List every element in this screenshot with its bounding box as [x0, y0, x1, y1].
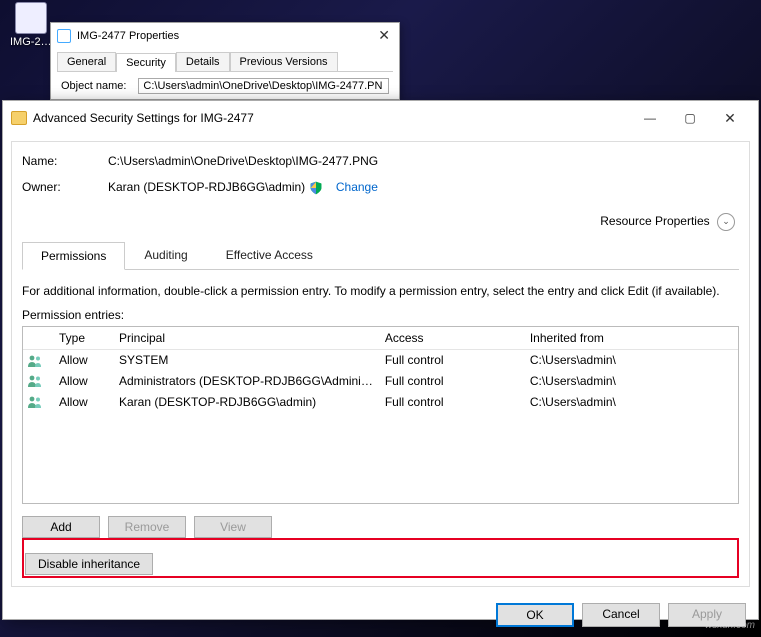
tab-effective-access[interactable]: Effective Access: [207, 241, 332, 269]
desktop-file-icon[interactable]: IMG-2…: [10, 2, 52, 48]
owner-text: Karan (DESKTOP-RDJB6GG\admin): [108, 180, 305, 194]
cell-principal: Karan (DESKTOP-RDJB6GG\admin): [113, 391, 379, 412]
ok-button[interactable]: OK: [496, 603, 574, 627]
name-label: Name:: [22, 154, 108, 168]
object-name-label: Object name:: [61, 80, 126, 92]
folder-icon: [11, 111, 27, 125]
column-type[interactable]: Type: [53, 327, 113, 350]
change-owner-link[interactable]: Change: [336, 180, 378, 194]
titlebar: Advanced Security Settings for IMG-2477 …: [3, 101, 758, 135]
help-text: For additional information, double-click…: [22, 284, 739, 298]
cell-inherited: C:\Users\admin\: [524, 391, 738, 412]
tab-auditing[interactable]: Auditing: [125, 241, 206, 269]
chevron-down-icon: ⌄: [717, 213, 735, 231]
cancel-button[interactable]: Cancel: [582, 603, 660, 627]
shield-icon: [309, 181, 323, 195]
dialog-footer: OK Cancel Apply: [3, 595, 758, 635]
window-title: Advanced Security Settings for IMG-2477: [33, 111, 630, 125]
highlight-annotation: Disable inheritance: [22, 538, 739, 578]
column-principal[interactable]: Principal: [113, 327, 379, 350]
image-file-icon: [15, 2, 47, 34]
minimize-button[interactable]: —: [630, 107, 670, 129]
owner-value: Karan (DESKTOP-RDJB6GG\admin) Change: [108, 180, 739, 195]
view-button: View: [194, 516, 272, 538]
resource-properties-label: Resource Properties: [600, 214, 709, 228]
properties-title: IMG-2477 Properties: [77, 30, 375, 42]
cell-principal: Administrators (DESKTOP-RDJB6GG\Admini…: [113, 371, 379, 392]
cell-principal: SYSTEM: [113, 349, 379, 370]
users-icon: [27, 354, 43, 368]
tab-previous-versions[interactable]: Previous Versions: [230, 52, 338, 71]
desktop-file-label: IMG-2…: [10, 36, 52, 48]
cell-access: Full control: [379, 391, 524, 412]
table-row[interactable]: AllowKaran (DESKTOP-RDJB6GG\admin)Full c…: [23, 391, 738, 412]
window-content: Name: C:\Users\admin\OneDrive\Desktop\IM…: [11, 141, 750, 587]
permissions-table[interactable]: Type Principal Access Inherited from All…: [22, 326, 739, 504]
remove-button: Remove: [108, 516, 186, 538]
maximize-button[interactable]: ▢: [670, 107, 710, 129]
column-access[interactable]: Access: [379, 327, 524, 350]
cell-type: Allow: [53, 391, 113, 412]
resource-properties[interactable]: Resource Properties ⌄: [26, 213, 735, 231]
close-icon[interactable]: ✕: [375, 27, 393, 44]
file-icon: [57, 29, 71, 43]
object-name-field[interactable]: [138, 78, 389, 94]
watermark: wsxdn.com: [705, 620, 755, 631]
cell-inherited: C:\Users\admin\: [524, 371, 738, 392]
users-icon: [27, 374, 43, 388]
tab-permissions[interactable]: Permissions: [22, 242, 125, 270]
add-button[interactable]: Add: [22, 516, 100, 538]
column-inherited[interactable]: Inherited from: [524, 327, 738, 350]
cell-type: Allow: [53, 349, 113, 370]
tab-general[interactable]: General: [57, 52, 116, 71]
properties-window: IMG-2477 Properties ✕ General Security D…: [50, 22, 400, 100]
name-value: C:\Users\admin\OneDrive\Desktop\IMG-2477…: [108, 154, 739, 168]
tab-details[interactable]: Details: [176, 52, 230, 71]
table-row[interactable]: AllowSYSTEMFull controlC:\Users\admin\: [23, 349, 738, 370]
column-icon: [23, 327, 53, 350]
cell-type: Allow: [53, 371, 113, 392]
properties-tabs: General Security Details Previous Versio…: [57, 52, 393, 72]
permission-entries-label: Permission entries:: [22, 308, 739, 322]
security-tabs: Permissions Auditing Effective Access: [22, 241, 739, 270]
users-icon: [27, 395, 43, 409]
close-button[interactable]: ✕: [710, 107, 750, 129]
tab-security[interactable]: Security: [116, 53, 176, 72]
table-row[interactable]: AllowAdministrators (DESKTOP-RDJB6GG\Adm…: [23, 371, 738, 392]
cell-inherited: C:\Users\admin\: [524, 349, 738, 370]
disable-inheritance-button[interactable]: Disable inheritance: [25, 553, 153, 575]
cell-access: Full control: [379, 349, 524, 370]
owner-label: Owner:: [22, 180, 108, 194]
advanced-security-window: Advanced Security Settings for IMG-2477 …: [2, 100, 759, 620]
cell-access: Full control: [379, 371, 524, 392]
